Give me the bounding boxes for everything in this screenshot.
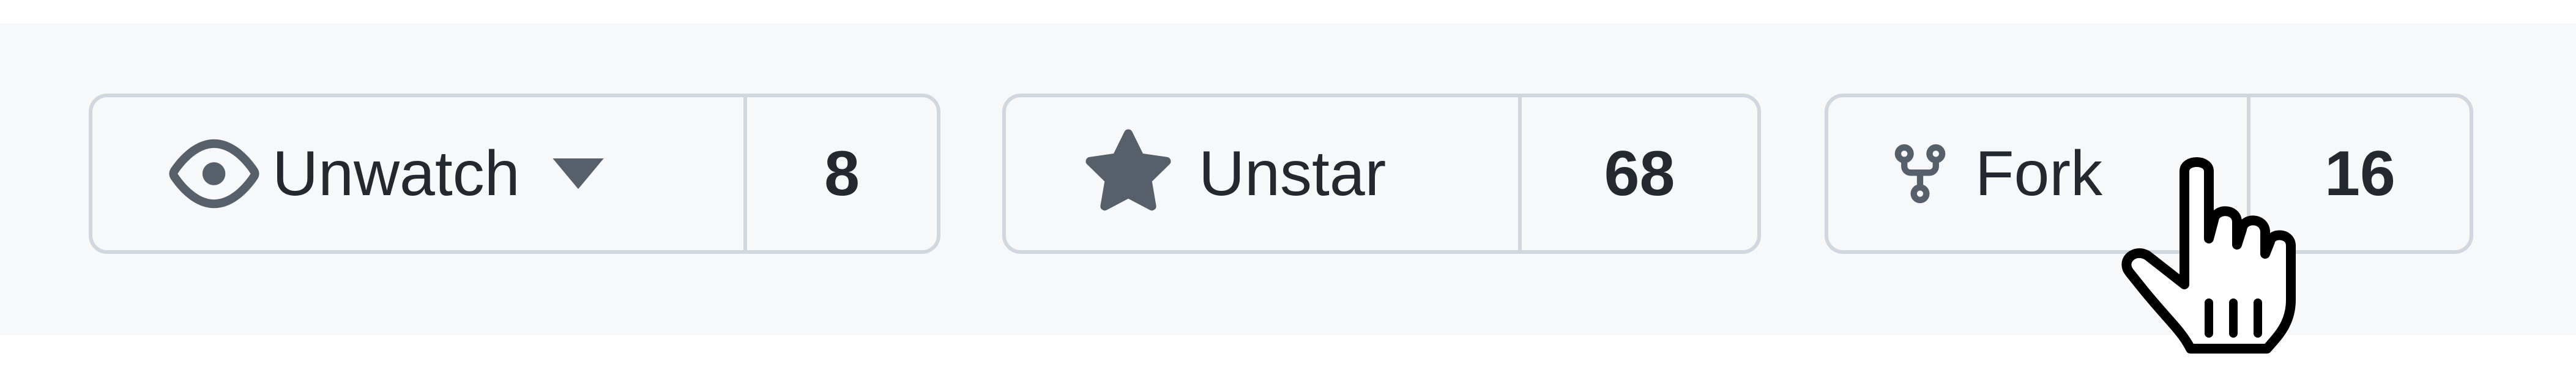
unwatch-button[interactable]: Unwatch xyxy=(92,97,747,250)
unstar-label: Unstar xyxy=(1199,138,1387,209)
star-button-group: Unstar 68 xyxy=(1002,94,1761,254)
unwatch-label: Unwatch xyxy=(272,138,520,209)
caret-down-icon[interactable] xyxy=(551,158,606,189)
watchers-count[interactable]: 8 xyxy=(747,97,937,250)
repo-forked-icon xyxy=(1886,140,1954,207)
star-icon xyxy=(1082,128,1174,220)
unstar-button[interactable]: Unstar xyxy=(1006,97,1522,250)
stars-count[interactable]: 68 xyxy=(1522,97,1757,250)
fork-label: Fork xyxy=(1975,138,2102,209)
pointer-hand-cursor xyxy=(2117,147,2337,358)
watch-button-group: Unwatch 8 xyxy=(89,94,940,254)
eye-icon xyxy=(168,128,260,220)
